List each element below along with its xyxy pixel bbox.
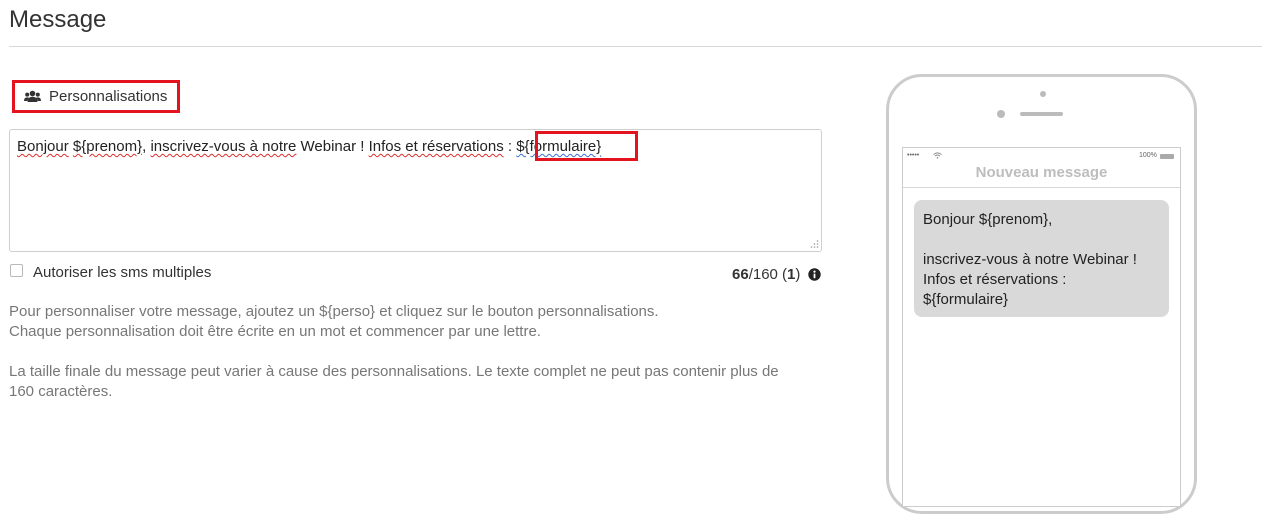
divider bbox=[9, 46, 1262, 47]
counter-max: /160 ( bbox=[748, 266, 788, 283]
sms-bubble: Bonjour ${prenom}, inscrivez-vous à notr… bbox=[914, 200, 1169, 317]
message-segment: ${prenom} bbox=[72, 138, 143, 155]
message-segment: Infos et réservations bbox=[368, 138, 504, 155]
character-counter: 66/160 (1) bbox=[732, 266, 822, 283]
personalisations-label: Personnalisations bbox=[49, 88, 168, 105]
battery-icon bbox=[1160, 154, 1174, 159]
help-text-line: Chaque personnalisation doit être écrite… bbox=[9, 323, 541, 340]
counter-current: 66 bbox=[732, 266, 749, 283]
info-circle-icon[interactable] bbox=[808, 268, 822, 281]
battery-percent: 100% bbox=[1139, 152, 1157, 159]
personalisations-button[interactable]: Personnalisations bbox=[12, 80, 180, 113]
counter-parts: 1 bbox=[787, 266, 796, 283]
phone-sensor bbox=[1040, 91, 1046, 97]
message-textarea[interactable]: Bonjour ${prenom}, inscrivez-vous à notr… bbox=[9, 129, 822, 252]
screen-divider bbox=[903, 187, 1180, 188]
message-segment: inscrivez-vous à notre bbox=[150, 138, 297, 155]
phone-camera bbox=[997, 110, 1005, 118]
help-text-line: 160 caractères. bbox=[9, 383, 113, 400]
message-segment: ${formulaire} bbox=[516, 138, 602, 155]
help-text-line: Pour personnaliser votre message, ajoute… bbox=[9, 303, 659, 320]
multiple-sms-option[interactable]: Autoriser les sms multiples bbox=[10, 264, 211, 281]
users-icon bbox=[24, 90, 41, 104]
resize-handle-icon[interactable] bbox=[809, 239, 819, 249]
page-title: Message bbox=[9, 6, 107, 33]
message-segment: Webinar ! bbox=[296, 138, 369, 155]
wifi-icon bbox=[933, 152, 942, 159]
message-segment: : bbox=[503, 138, 517, 155]
multiple-sms-label: Autoriser les sms multiples bbox=[33, 264, 212, 281]
screen-title: Nouveau message bbox=[975, 164, 1108, 181]
multiple-sms-checkbox[interactable] bbox=[10, 264, 23, 277]
message-segment: Bonjour bbox=[17, 138, 69, 155]
status-bar: ••••• 100% bbox=[903, 152, 1180, 162]
message-text: Bonjour ${prenom}, inscrivez-vous à notr… bbox=[17, 138, 601, 155]
phone-speaker bbox=[1020, 112, 1063, 116]
counter-close: ) bbox=[795, 266, 801, 283]
help-text-line: La taille finale du message peut varier … bbox=[9, 363, 779, 380]
phone-screen: ••••• 100% Nouveau message Bonjour ${pre… bbox=[902, 147, 1181, 507]
signal-indicator: ••••• bbox=[907, 152, 920, 159]
